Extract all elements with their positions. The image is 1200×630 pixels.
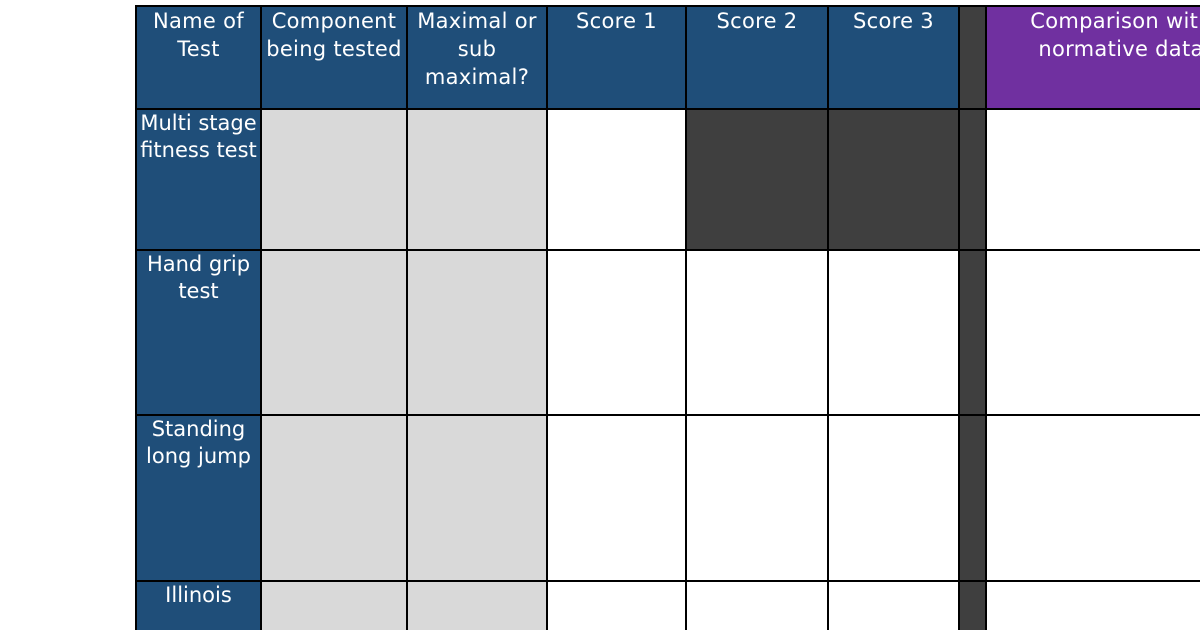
row-header-illinois: Illinois [135,580,262,630]
cell-score-3-blocked [827,108,960,251]
cell-spacer [958,414,987,582]
table-row: Illinois [135,580,1200,630]
column-header-label: Name of Test [153,9,244,61]
table-header: Name of Test Component being tested Maxi… [135,5,1200,110]
cell-spacer [958,580,987,630]
column-header-spacer [958,5,987,110]
cell-score-2[interactable] [685,414,829,582]
column-header-label: Score 3 [853,9,934,33]
table-row: Standing long jump [135,414,1200,582]
fitness-testing-table: Name of Test Component being tested Maxi… [135,5,1200,630]
row-header-label: Hand grip test [146,252,251,303]
row-header-label: Standing long jump [146,417,251,468]
table-body: Multi stage fitness test Hand grip test [135,108,1200,630]
cell-score-2[interactable] [685,249,829,416]
cell-maximal-disabled[interactable] [406,580,548,630]
column-header-score-2[interactable]: Score 2 [685,5,829,110]
cell-score-3[interactable] [827,249,960,416]
cell-score-1[interactable] [546,108,687,251]
column-header-component-being-tested[interactable]: Component being tested [260,5,408,110]
column-header-label: Score 2 [716,9,798,33]
column-header-score-1[interactable]: Score 1 [546,5,687,110]
column-header-label: Score 1 [576,9,657,33]
cell-score-3[interactable] [827,414,960,582]
cell-score-3[interactable] [827,580,960,630]
cell-normative-comparison[interactable] [985,108,1200,251]
cell-score-2[interactable] [685,580,829,630]
cell-normative-comparison[interactable] [985,580,1200,630]
column-header-comparison-with-normative-data[interactable]: Comparison with normative data [985,5,1200,110]
cell-component-disabled[interactable] [260,108,408,251]
column-header-label: Maximal or sub maximal? [417,9,537,89]
column-header-maximal-or-sub-maximal[interactable]: Maximal or sub maximal? [406,5,548,110]
cell-normative-comparison[interactable] [985,249,1200,416]
row-header-label: Multi stage fitness test [140,111,257,162]
cell-maximal-disabled[interactable] [406,414,548,582]
row-header-standing-long-jump: Standing long jump [135,414,262,582]
document-canvas: Name of Test Component being tested Maxi… [0,0,1200,630]
table-row: Multi stage fitness test [135,108,1200,251]
row-header-hand-grip-test: Hand grip test [135,249,262,416]
table-row: Hand grip test [135,249,1200,416]
cell-score-1[interactable] [546,414,687,582]
cell-maximal-disabled[interactable] [406,249,548,416]
cell-maximal-disabled[interactable] [406,108,548,251]
cell-spacer [958,108,987,251]
column-header-label: Component being tested [266,9,402,61]
cell-score-1[interactable] [546,249,687,416]
column-header-label: Comparison with normative data [1030,9,1200,61]
header-row: Name of Test Component being tested Maxi… [135,5,1200,110]
cell-score-1[interactable] [546,580,687,630]
column-header-name-of-test[interactable]: Name of Test [135,5,262,110]
cell-component-disabled[interactable] [260,580,408,630]
cell-component-disabled[interactable] [260,414,408,582]
row-header-multi-stage-fitness-test: Multi stage fitness test [135,108,262,251]
table-container: Name of Test Component being tested Maxi… [135,5,1200,630]
row-header-label: Illinois [165,583,232,607]
column-header-score-3[interactable]: Score 3 [827,5,960,110]
cell-spacer [958,249,987,416]
cell-score-2-blocked [685,108,829,251]
cell-component-disabled[interactable] [260,249,408,416]
cell-normative-comparison[interactable] [985,414,1200,582]
